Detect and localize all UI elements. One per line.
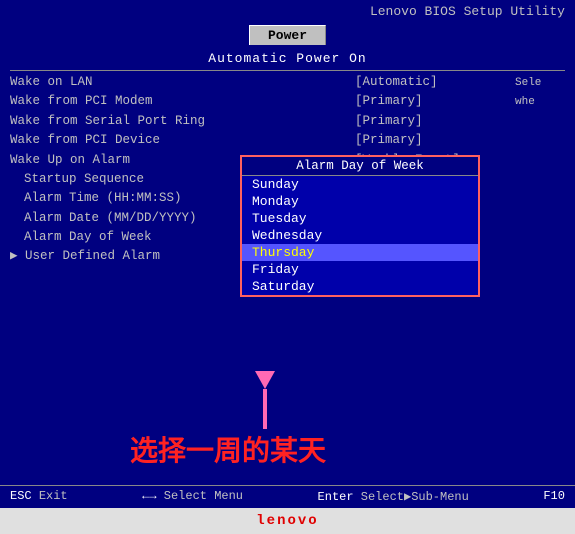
key-esc: ESC [10, 489, 32, 503]
key-group-enter: Enter Select▶Sub-Menu [318, 489, 469, 504]
dropdown-item-thursday[interactable]: Thursday [242, 244, 478, 261]
divider [10, 70, 565, 71]
key-group-f10: F10 [543, 489, 565, 504]
main-content: Wake on LAN Wake from PCI Modem Wake fro… [0, 73, 575, 267]
key-esc-desc: Exit [39, 489, 68, 503]
key-enter: Enter [318, 490, 354, 504]
dropdown-item-friday[interactable]: Friday [242, 261, 478, 278]
key-group-lr: ←→ Select Menu [142, 489, 243, 504]
hint-panel: Selewhe [515, 73, 565, 267]
app-title: Lenovo BIOS Setup Utility [370, 4, 565, 19]
key-arrow-lr: ←→ [142, 489, 156, 503]
dropdown-item-monday[interactable]: Monday [242, 193, 478, 210]
dropdown-item-sunday[interactable]: Sunday [242, 176, 478, 193]
dropdown-list: Sunday Monday Tuesday Wednesday Thursday… [242, 176, 478, 295]
hint-text: Selewhe [515, 77, 541, 108]
value-wake-lan: [Automatic] [355, 73, 515, 92]
annotation-text: 选择一周的某天 [130, 429, 326, 469]
key-lr-desc: Select Menu [164, 489, 243, 503]
dropdown-item-saturday[interactable]: Saturday [242, 278, 478, 295]
key-enter-desc: Select▶Sub-Menu [361, 490, 469, 504]
alarm-day-dropdown[interactable]: Alarm Day of Week Sunday Monday Tuesday … [240, 155, 480, 297]
arrow-shaft [263, 389, 267, 429]
menu-item-wake-pci-modem[interactable]: Wake from PCI Modem [10, 92, 355, 111]
value-wake-pci-device: [Primary] [355, 131, 515, 150]
arrow-annotation [255, 371, 275, 429]
key-f10: F10 [543, 489, 565, 503]
arrow-head-icon [255, 371, 275, 389]
dropdown-title: Alarm Day of Week [242, 157, 478, 176]
menu-item-wake-lan[interactable]: Wake on LAN [10, 73, 355, 92]
bottom-bar-2: ESC Exit ←→ Select Menu Enter Select▶Sub… [0, 487, 575, 506]
tab-power[interactable]: Power [249, 25, 326, 45]
menu-item-wake-pci-device[interactable]: Wake from PCI Device [10, 131, 355, 150]
tab-bar: Power [0, 25, 575, 45]
value-wake-serial: [Primary] [355, 112, 515, 131]
value-wake-pci-modem: [Primary] [355, 92, 515, 111]
app-title-bar: Lenovo BIOS Setup Utility [0, 0, 575, 23]
dropdown-item-tuesday[interactable]: Tuesday [242, 210, 478, 227]
lenovo-bar: lenovo [0, 508, 575, 534]
menu-item-wake-serial[interactable]: Wake from Serial Port Ring [10, 112, 355, 131]
lenovo-logo: lenovo [256, 513, 318, 529]
section-title: Automatic Power On [0, 51, 575, 66]
key-group-esc: ESC Exit [10, 489, 68, 504]
dropdown-item-wednesday[interactable]: Wednesday [242, 227, 478, 244]
